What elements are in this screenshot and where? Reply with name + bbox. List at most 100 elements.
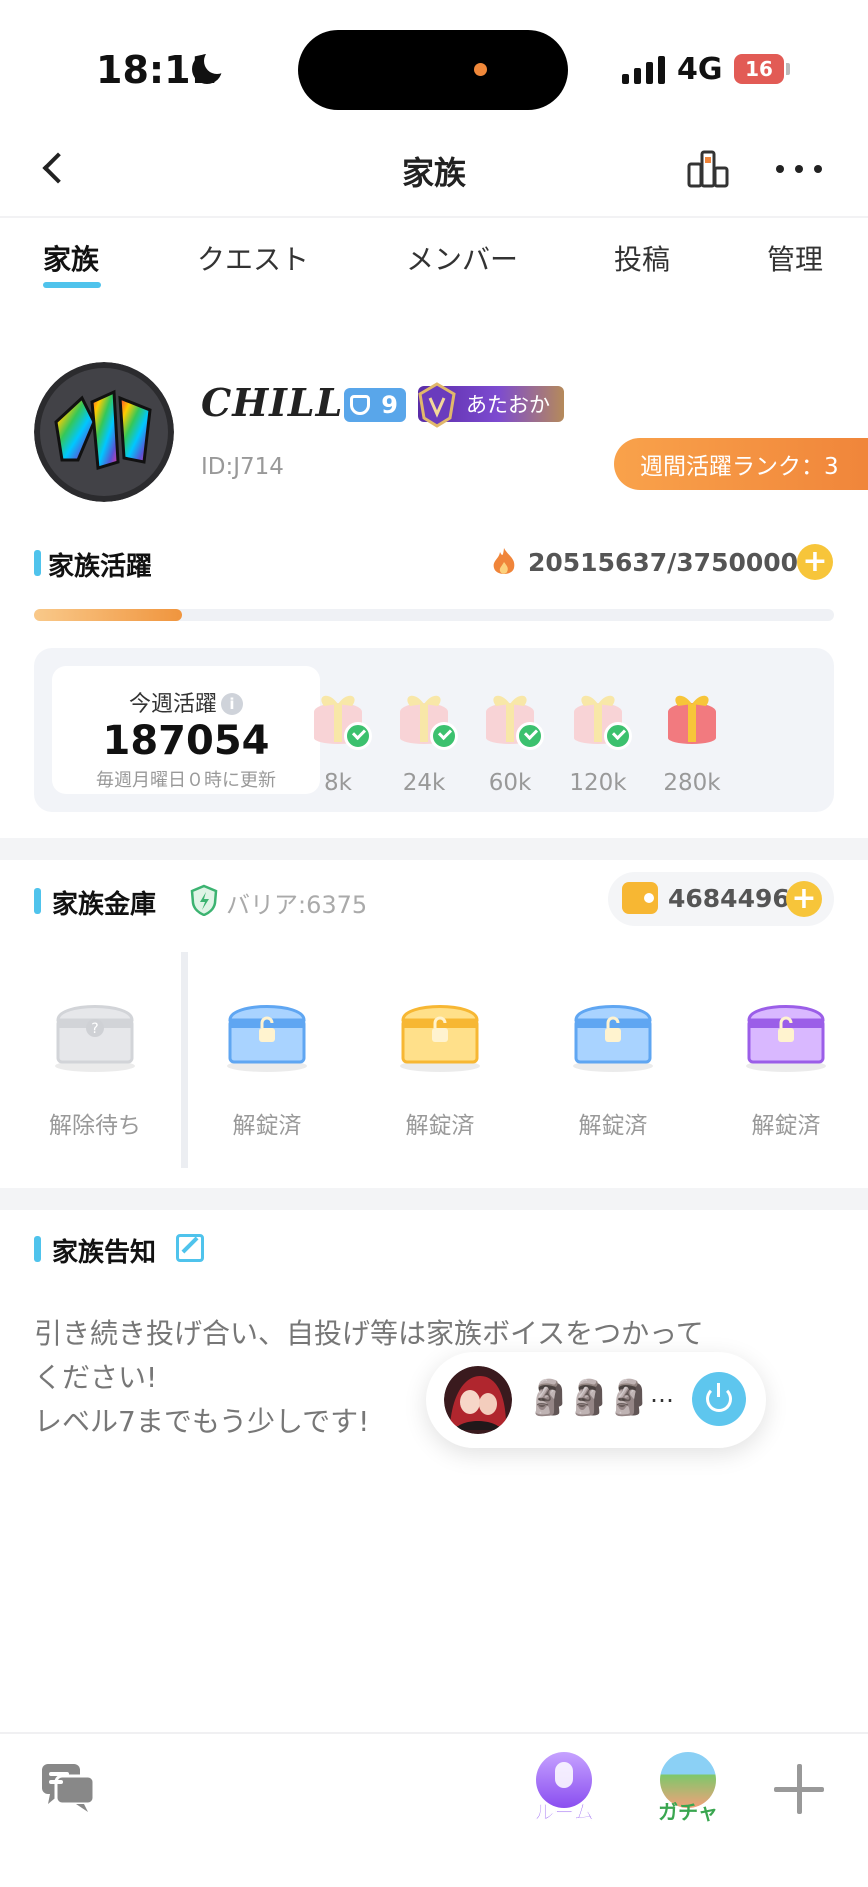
claimed-check-icon — [344, 722, 372, 750]
nav-divider — [0, 216, 868, 218]
activity-count: 20515637/37500000 — [528, 548, 816, 577]
chest-divider — [181, 952, 188, 1168]
family-avatar[interactable] — [34, 362, 174, 502]
tab-manage[interactable]: 管理 — [767, 238, 823, 278]
weekly-reward-panel: 今週活躍 i 187054 毎週月曜日０時に更新 8k 24k 60k 120k 280k — [34, 648, 834, 812]
room-tab-label: ルーム — [534, 1800, 594, 1825]
section-gap — [0, 1188, 868, 1210]
milestone-label: 8k — [324, 770, 352, 796]
privacy-indicator-dot — [474, 63, 487, 76]
shield-level-icon — [350, 395, 370, 415]
laurel-emblem-icon — [418, 382, 456, 428]
ranking-icon[interactable] — [686, 148, 730, 190]
milestone-gift[interactable]: 8k — [298, 682, 378, 802]
family-level-badge: 9 — [344, 388, 406, 422]
chest-status-label: 解錠済 — [405, 1113, 475, 1139]
vault-chest[interactable]: 解錠済 — [202, 990, 332, 1140]
treasure-chest-icon — [400, 1005, 480, 1072]
title-badge-label: あたおか — [466, 393, 550, 417]
active-tab-indicator — [43, 282, 101, 288]
claimed-check-icon — [604, 722, 632, 750]
weekly-activity-card: 今週活躍 i 187054 毎週月曜日０時に更新 — [52, 666, 320, 794]
chest-status-label: 解錠済 — [578, 1113, 648, 1139]
member-moai-icon: 🗿 — [608, 1378, 651, 1418]
signal-icon — [622, 56, 665, 84]
shield-icon — [190, 884, 218, 916]
tab-members[interactable]: メンバー — [406, 238, 518, 278]
bottom-bar-divider — [0, 1732, 868, 1734]
member-moai-icon: 🗿 — [528, 1378, 571, 1418]
milestone-label: 120k — [569, 770, 627, 796]
milestone-label: 280k — [663, 770, 721, 796]
vault-coin-value: 4684496 — [668, 884, 790, 913]
treasure-chest-icon: ? — [55, 1005, 135, 1072]
wallet-icon — [622, 882, 658, 914]
tab-bar: 家族 クエスト メンバー 投稿 管理 — [0, 238, 868, 298]
vault-heading: 家族金庫 — [52, 890, 157, 920]
moon-icon — [192, 48, 230, 84]
section-gap — [0, 838, 868, 860]
chest-status-label: 解除待ち — [49, 1113, 141, 1139]
leave-room-power-button[interactable] — [692, 1372, 746, 1426]
page-title: 家族 — [401, 154, 466, 192]
voice-room-widget[interactable]: 🗿 🗿 🗿 … — [426, 1352, 766, 1448]
treasure-chest-icon — [746, 1005, 826, 1072]
gacha-tab[interactable]: ガチャ — [656, 1752, 720, 1832]
notice-heading: 家族告知 — [52, 1238, 157, 1268]
weekly-activity-value: 187054 — [102, 718, 270, 764]
add-activity-button[interactable]: + — [797, 544, 833, 580]
vault-coin-balance[interactable]: 4684496 + — [608, 872, 834, 926]
status-bar: 18:11 4G 16 — [0, 0, 868, 130]
milestone-gift[interactable]: 280k — [652, 682, 732, 802]
weekly-update-note: 毎週月曜日０時に更新 — [96, 770, 276, 791]
milestone-label: 24k — [402, 770, 446, 796]
notice-line: 引き続き投げ合い、自投げ等は家族ボイスをつかって — [34, 1317, 704, 1350]
claimed-check-icon — [430, 722, 458, 750]
activity-progress-bar — [34, 609, 834, 621]
room-host-avatar[interactable] — [444, 1366, 512, 1434]
milestone-gift[interactable]: 60k — [470, 682, 550, 802]
activity-progress-fill — [34, 609, 182, 621]
chest-status-label: 解錠済 — [751, 1113, 821, 1139]
activity-heading: 家族活躍 — [48, 552, 153, 582]
section-marker — [34, 1236, 41, 1262]
more-members-indicator: … — [650, 1380, 674, 1408]
weekly-activity-label-row: 今週活躍 i — [52, 686, 320, 718]
section-marker — [34, 550, 41, 576]
gift-box-icon — [668, 695, 716, 744]
chest-status-label: 解錠済 — [232, 1113, 302, 1139]
vault-chest[interactable]: ? 解除待ち — [30, 990, 160, 1140]
dynamic-island — [298, 30, 568, 110]
title-badge[interactable]: あたおか — [418, 382, 564, 428]
family-level-value: 9 — [381, 391, 398, 419]
milestone-gift[interactable]: 120k — [558, 682, 638, 802]
barrier-value: バリア:6375 — [226, 891, 368, 919]
vault-chest[interactable]: 解錠済 — [548, 990, 678, 1140]
treasure-chest-icon — [227, 1005, 307, 1072]
family-id: ID:J714 — [201, 454, 284, 480]
create-plus-button[interactable] — [774, 1764, 824, 1814]
add-coins-button[interactable]: + — [786, 881, 822, 917]
milestone-label: 60k — [488, 770, 532, 796]
gacha-tab-label: ガチャ — [658, 1800, 718, 1824]
room-tab[interactable]: ルーム — [532, 1752, 596, 1832]
tab-quest[interactable]: クエスト — [197, 238, 309, 278]
edit-icon[interactable] — [176, 1234, 204, 1262]
svg-text:?: ? — [91, 1021, 98, 1037]
milestone-gift[interactable]: 24k — [384, 682, 464, 802]
tab-posts[interactable]: 投稿 — [614, 238, 670, 278]
battery-icon: 16 — [734, 54, 784, 84]
more-menu-button[interactable] — [776, 162, 822, 176]
family-name: CHILL. — [201, 380, 358, 425]
section-marker — [34, 888, 41, 914]
battery-cap — [786, 63, 790, 75]
treasure-chest-icon — [573, 1005, 653, 1072]
info-icon[interactable]: i — [221, 693, 243, 715]
tab-family[interactable]: 家族 — [43, 238, 99, 278]
network-label: 4G — [677, 52, 723, 87]
claimed-check-icon — [516, 722, 544, 750]
chat-icon[interactable] — [40, 1760, 96, 1814]
vault-chest[interactable]: 解錠済 — [721, 990, 851, 1140]
weekly-rank-badge[interactable]: 週間活躍ランク：3 — [614, 438, 868, 490]
vault-chest[interactable]: 解錠済 — [375, 990, 505, 1140]
